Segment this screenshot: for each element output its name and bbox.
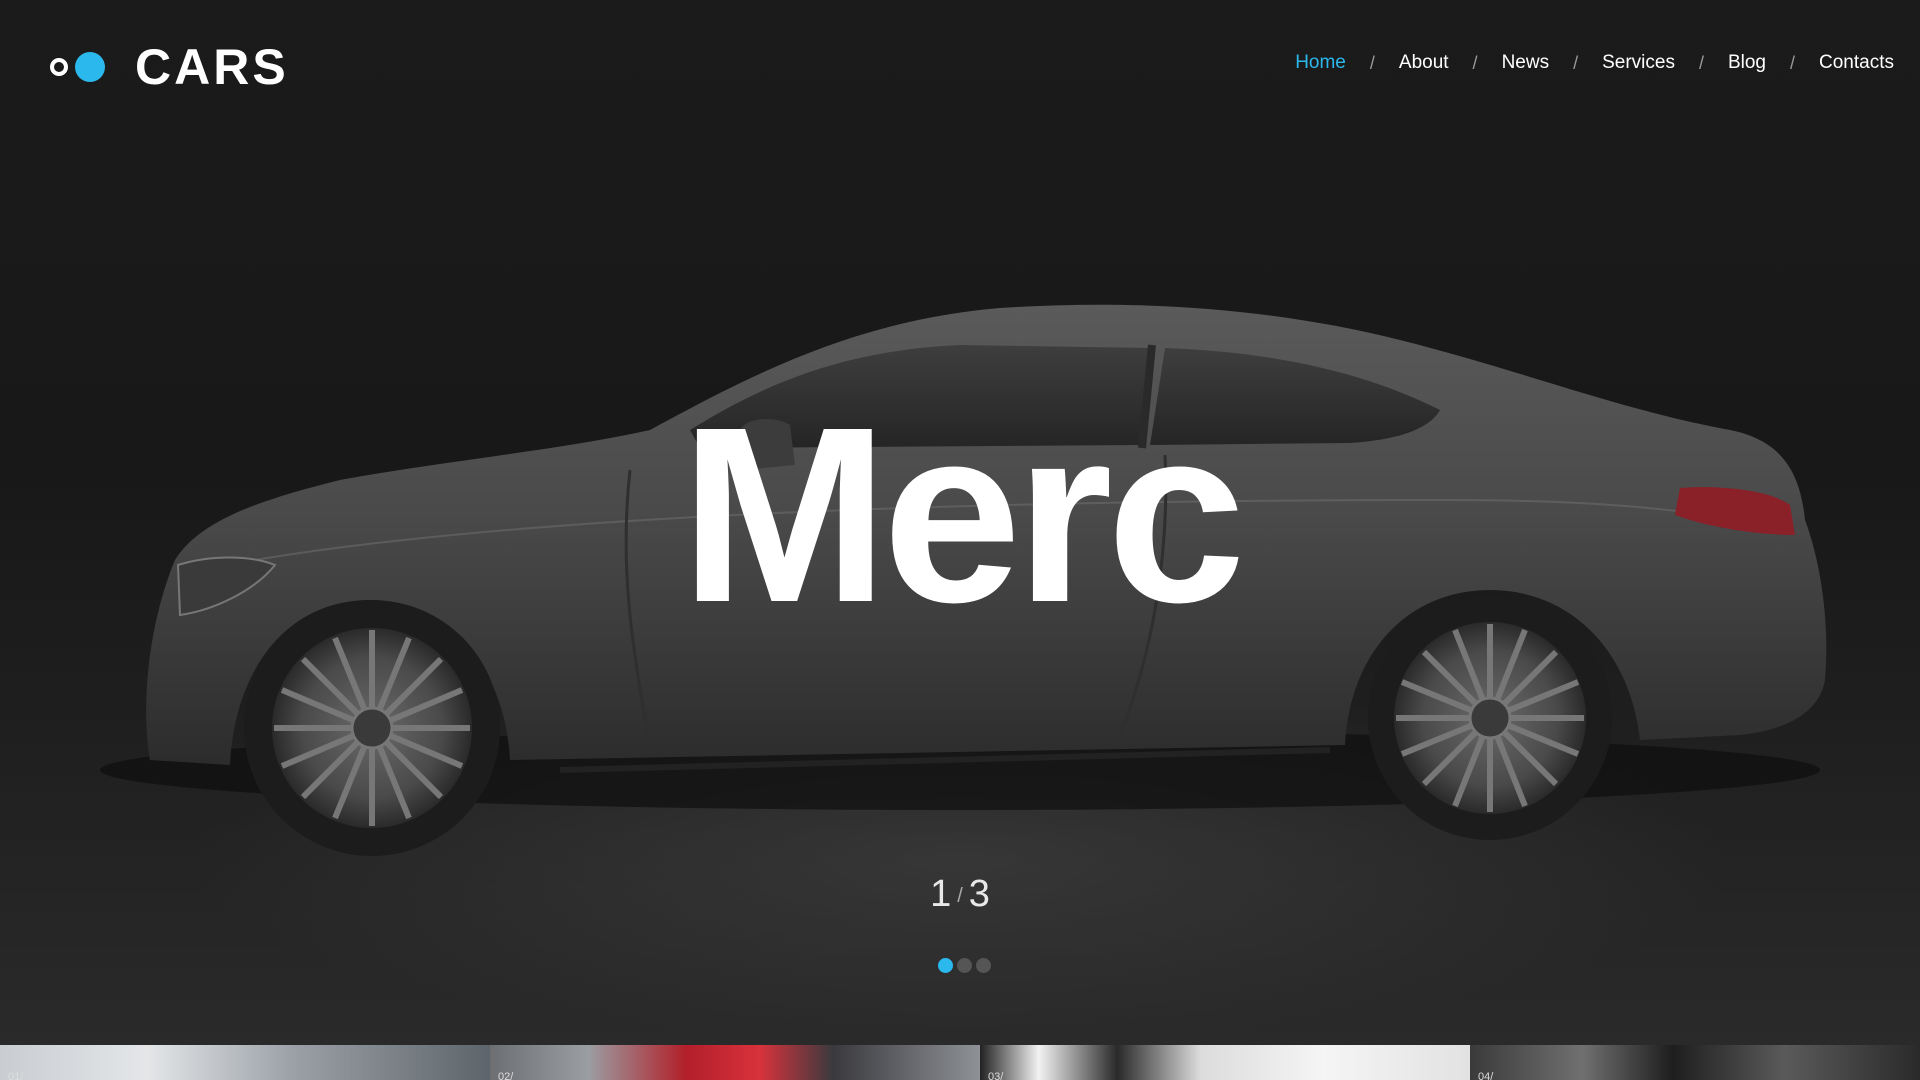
thumbnail-3[interactable]: 03/	[980, 1045, 1470, 1080]
logo-dot-icon	[75, 52, 105, 82]
slide-counter-separator: /	[957, 884, 963, 907]
nav-separator: /	[1698, 52, 1704, 73]
brand-name: CARS	[135, 39, 289, 95]
thumbnail-strip: 01/ 02/ 03/ 04/	[0, 1045, 1920, 1080]
thumbnail-number: 03/	[988, 1071, 1004, 1080]
thumbnail-4[interactable]: 04/	[1470, 1045, 1920, 1080]
thumbnail-1[interactable]: 01/	[0, 1045, 490, 1080]
brand-logo[interactable]: CARS	[50, 39, 289, 95]
slide-counter: 1/3	[0, 872, 1920, 918]
nav-item-blog[interactable]: Blog	[1728, 52, 1766, 74]
thumbnail-number: 02/	[498, 1071, 514, 1080]
slider-dot-2[interactable]	[957, 958, 972, 973]
nav-separator: /	[1790, 52, 1796, 73]
nav-item-services[interactable]: Services	[1602, 52, 1675, 74]
slide-current: 1	[930, 873, 952, 915]
nav-item-contacts[interactable]: Contacts	[1819, 52, 1894, 74]
nav-item-home[interactable]: Home	[1295, 52, 1346, 74]
thumbnail-number: 01/	[8, 1071, 24, 1080]
nav-item-news[interactable]: News	[1502, 52, 1550, 74]
thumbnail-number: 04/	[1478, 1071, 1494, 1080]
slider-dot-1[interactable]	[938, 958, 953, 973]
thumbnail-2[interactable]: 02/	[490, 1045, 980, 1080]
slider-pagination	[938, 958, 991, 973]
nav-item-about[interactable]: About	[1399, 52, 1449, 74]
slider-dot-3[interactable]	[976, 958, 991, 973]
hero-slider: CARS Home / About / News / Services / Bl…	[0, 0, 1920, 1045]
nav-separator: /	[1573, 52, 1579, 73]
logo-ring-icon	[50, 58, 68, 76]
hero-title: Merc	[680, 375, 1246, 654]
main-nav: Home / About / News / Services / Blog / …	[1295, 52, 1894, 74]
slide-total: 3	[968, 873, 990, 915]
nav-separator: /	[1472, 52, 1478, 73]
nav-separator: /	[1369, 52, 1375, 73]
